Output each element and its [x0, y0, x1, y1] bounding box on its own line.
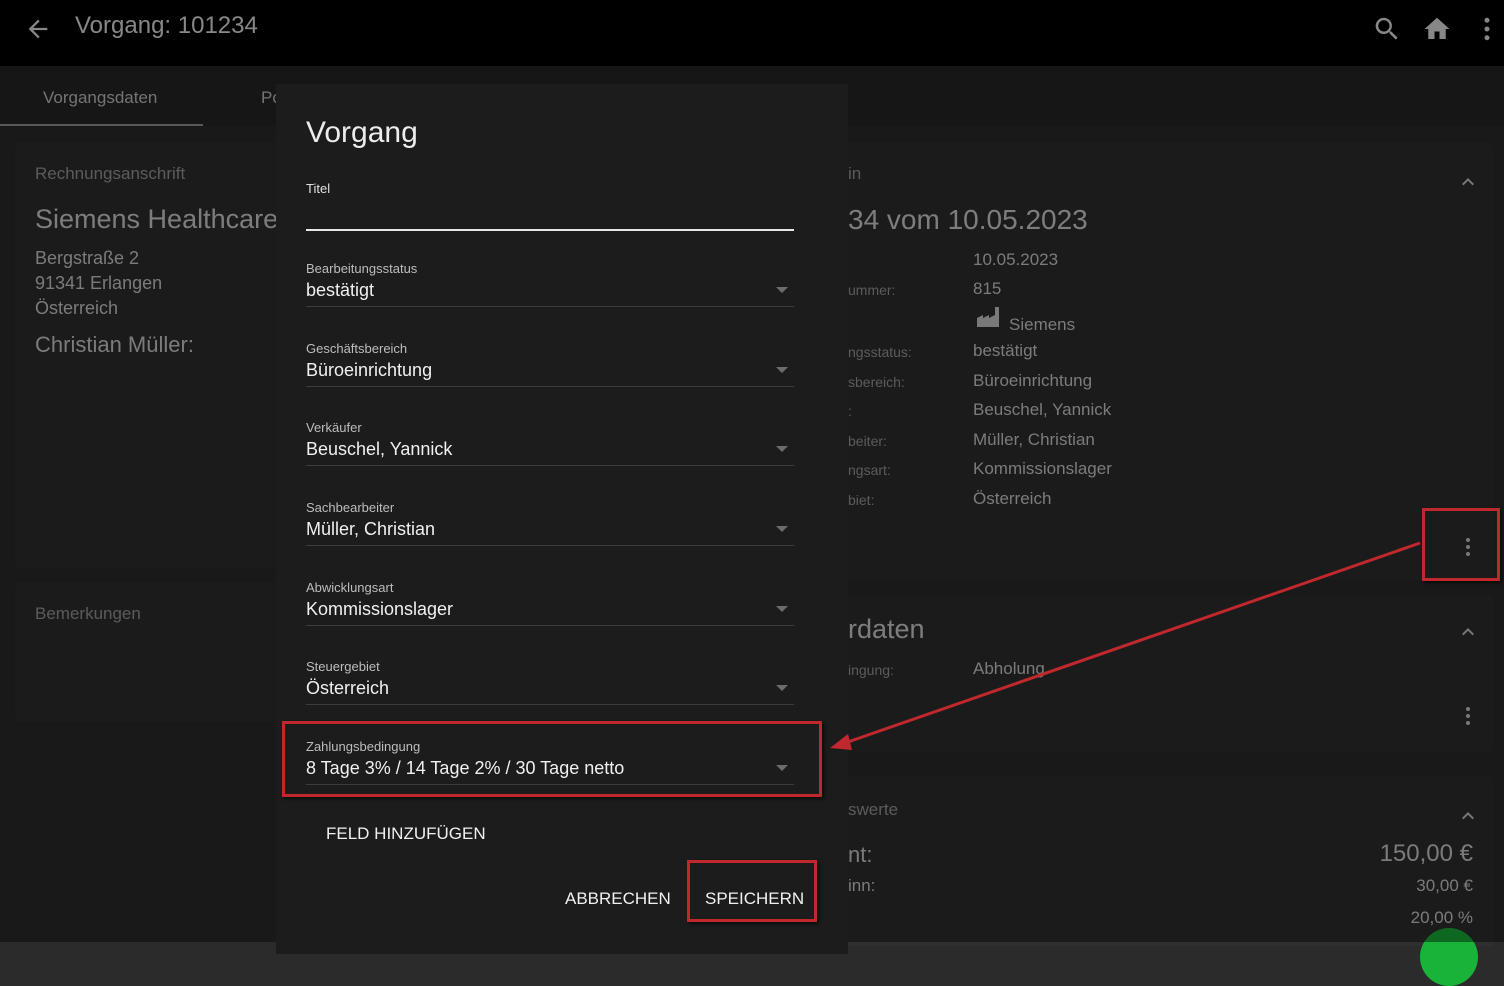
- edit-dialog: Vorgang Titel Bearbeitungsstatus bestäti…: [276, 84, 848, 954]
- field-value: Müller, Christian: [306, 519, 436, 539]
- dropdown-caret-icon: [776, 287, 788, 293]
- dropdown-caret-icon: [776, 606, 788, 612]
- field-underline: [306, 465, 794, 466]
- field-label: Abwicklungsart: [306, 580, 394, 595]
- field-value: Kommissionslager: [306, 599, 454, 619]
- menu-highlight: [1422, 508, 1500, 581]
- field-value: Büroeinrichtung: [306, 360, 433, 380]
- dropdown-caret-icon: [776, 685, 788, 691]
- field-label: Sachbearbeiter: [306, 500, 395, 515]
- field-underline: [306, 625, 794, 626]
- payment-terms-highlight: [282, 721, 822, 797]
- field-underline: [306, 545, 794, 546]
- field-label: Verkäufer: [306, 420, 362, 435]
- field-value: bestätigt: [306, 280, 375, 300]
- field-value: Beuschel, Yannick: [306, 439, 453, 459]
- save-button-highlight: [687, 860, 817, 922]
- dropdown-caret-icon: [776, 526, 788, 532]
- field-underline: [306, 306, 794, 307]
- dialog-title: Vorgang: [306, 116, 418, 149]
- dropdown-caret-icon: [776, 367, 788, 373]
- field-underline: [306, 229, 794, 231]
- add-field-button[interactable]: FELD HINZUFÜGEN: [326, 824, 486, 844]
- dropdown-caret-icon: [776, 446, 788, 452]
- cancel-button[interactable]: ABBRECHEN: [565, 889, 671, 909]
- field-underline: [306, 704, 794, 705]
- field-underline: [306, 386, 794, 387]
- field-label: Steuergebiet: [306, 659, 380, 674]
- field-label: Bearbeitungsstatus: [306, 261, 418, 276]
- field-label: Geschäftsbereich: [306, 341, 408, 356]
- field-value: Österreich: [306, 678, 390, 698]
- field-label: Titel: [306, 181, 331, 196]
